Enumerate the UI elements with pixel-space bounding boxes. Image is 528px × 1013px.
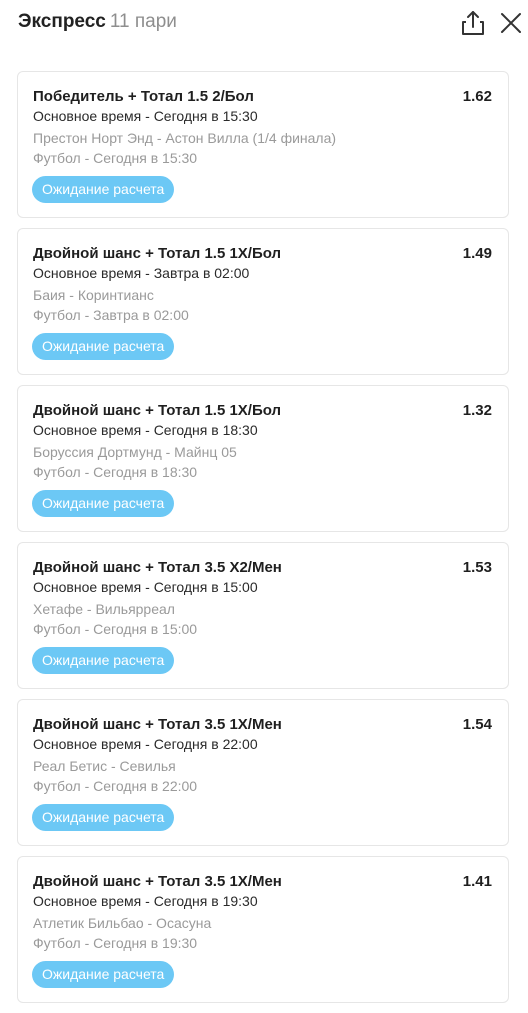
bet-coefficient: 1.32 (462, 402, 492, 419)
bet-market: Двойной шанс + Тотал 1.5 1Х/Бол (33, 402, 282, 419)
share-button[interactable] (460, 9, 486, 37)
bet-market: Двойной шанс + Тотал 3.5 1Х/Мен (33, 716, 282, 733)
status-badge: Ожидание расчета (32, 804, 175, 831)
bet-match: Баия - Коринтианс (33, 287, 154, 303)
bet-card: Двойной шанс + Тотал 1.5 1Х/Бол 1.32 Осн… (17, 385, 509, 532)
bet-sport-time: Футбол - Сегодня в 19:30 (33, 935, 198, 951)
selection-count: 11 пари (109, 11, 177, 32)
title-label: Экспресс (18, 11, 106, 32)
close-button[interactable] (498, 10, 524, 36)
bet-period: Основное время - Сегодня в 15:00 (33, 579, 258, 595)
bet-match: Хетафе - Вильярреал (33, 601, 175, 617)
bet-coefficient: 1.54 (462, 716, 492, 733)
close-icon (501, 13, 521, 33)
bet-sport-time: Футбол - Сегодня в 15:00 (33, 621, 198, 637)
bet-match: Престон Норт Энд - Астон Вилла (1/4 фина… (33, 130, 337, 146)
page-title: Экспресс 11 пари (18, 11, 177, 33)
bet-market: Двойной шанс + Тотал 1.5 1Х/Бол (33, 245, 282, 262)
bet-market: Победитель + Тотал 1.5 2/Бол (33, 88, 254, 105)
bet-card: Двойной шанс + Тотал 3.5 1Х/Мен 1.54 Осн… (17, 699, 509, 846)
bet-match: Атлетик Бильбао - Осасуна (33, 915, 212, 931)
bet-period: Основное время - Сегодня в 15:30 (33, 108, 258, 124)
bet-period: Основное время - Сегодня в 22:00 (33, 736, 258, 752)
bet-coefficient: 1.53 (462, 559, 492, 576)
bet-card: Двойной шанс + Тотал 3.5 Х2/Мен 1.53 Осн… (17, 542, 509, 689)
bet-list: Победитель + Тотал 1.5 2/Бол 1.62 Основн… (17, 71, 509, 1013)
bet-period: Основное время - Сегодня в 18:30 (33, 422, 258, 438)
bet-coefficient: 1.62 (462, 88, 492, 105)
bet-coefficient: 1.41 (462, 873, 492, 890)
bet-card: Победитель + Тотал 1.5 2/Бол 1.62 Основн… (17, 71, 509, 218)
status-badge: Ожидание расчета (32, 490, 175, 517)
bet-sport-time: Футбол - Сегодня в 22:00 (33, 778, 198, 794)
bet-match: Боруссия Дортмунд - Майнц 05 (33, 444, 237, 460)
bet-market: Двойной шанс + Тотал 3.5 Х2/Мен (33, 559, 282, 576)
bet-card: Двойной шанс + Тотал 1.5 1Х/Бол 1.49 Осн… (17, 228, 509, 375)
bet-market: Двойной шанс + Тотал 3.5 1Х/Мен (33, 873, 282, 890)
bet-coefficient: 1.49 (462, 245, 492, 262)
status-badge: Ожидание расчета (32, 961, 175, 988)
bet-sport-time: Футбол - Сегодня в 15:30 (33, 150, 198, 166)
bet-period: Основное время - Сегодня в 19:30 (33, 893, 258, 909)
status-badge: Ожидание расчета (32, 333, 175, 360)
bet-period: Основное время - Завтра в 02:00 (33, 265, 250, 281)
bet-sport-time: Футбол - Сегодня в 18:30 (33, 464, 198, 480)
bet-match: Реал Бетис - Севилья (33, 758, 176, 774)
bet-sport-time: Футбол - Завтра в 02:00 (33, 307, 189, 323)
header: Экспресс 11 пари (0, 0, 528, 44)
status-badge: Ожидание расчета (32, 647, 175, 674)
status-badge: Ожидание расчета (32, 176, 175, 203)
bet-card: Двойной шанс + Тотал 3.5 1Х/Мен 1.41 Осн… (17, 856, 509, 1003)
share-icon (462, 11, 484, 35)
